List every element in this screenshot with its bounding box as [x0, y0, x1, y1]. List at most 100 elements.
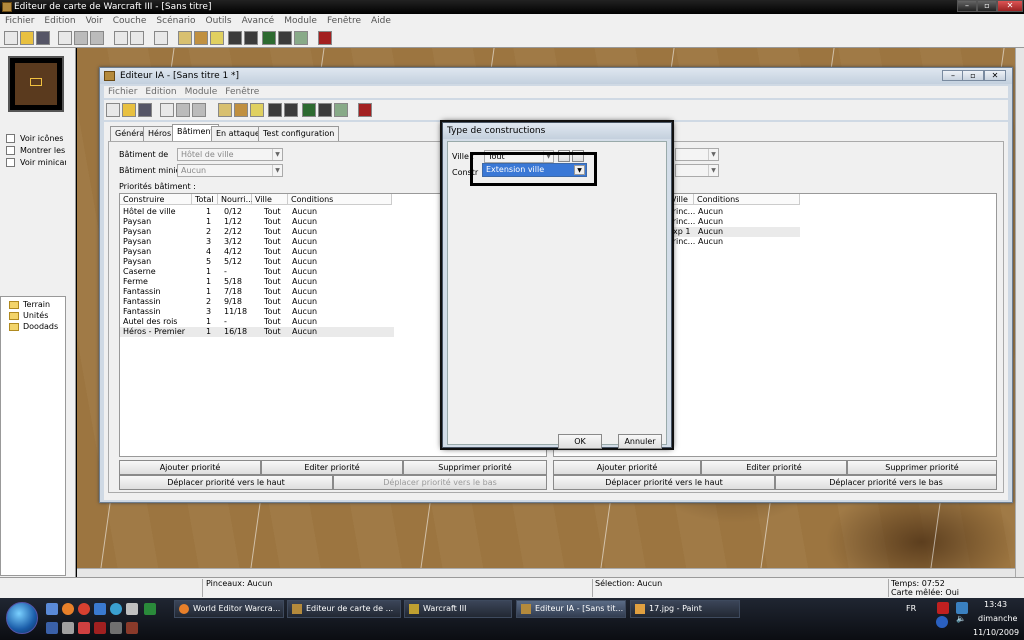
ok-button[interactable]: OK	[558, 434, 602, 449]
task-world-editor[interactable]: World Editor Warcra...	[174, 600, 284, 618]
sound-tool-icon[interactable]	[210, 31, 224, 45]
col-header-conditions[interactable]: Conditions	[288, 194, 392, 205]
menu-edition[interactable]: Edition	[39, 16, 80, 26]
ai-minimize-button[interactable]: –	[942, 70, 964, 81]
map-horizontal-scrollbar[interactable]	[77, 568, 1015, 577]
table-row[interactable]: Fantassin 1 7/18 Tout Aucun	[120, 287, 394, 297]
ai-maximize-button[interactable]: ▫	[962, 70, 984, 81]
network-tray-icon[interactable]	[956, 602, 968, 614]
network-icon[interactable]	[110, 603, 122, 615]
close-button[interactable]: ✕	[997, 0, 1023, 12]
menu-scenario[interactable]: Scénario	[151, 16, 200, 26]
checkbox-show-icons[interactable]	[6, 134, 15, 143]
col-header-construire[interactable]: Construire	[120, 194, 192, 205]
minimize-button[interactable]: –	[957, 0, 977, 12]
quicklaunch-icon[interactable]	[46, 622, 58, 634]
quicklaunch-icon[interactable]	[78, 622, 90, 634]
cut-icon[interactable]	[160, 103, 174, 117]
new-icon[interactable]	[106, 103, 120, 117]
start-button[interactable]	[6, 602, 38, 634]
checkbox-show-icons-2[interactable]	[6, 146, 15, 155]
cancel-button[interactable]: Annuler	[618, 434, 662, 449]
copy-icon[interactable]	[176, 103, 190, 117]
ai-menu-fenetre[interactable]: Fenêtre	[221, 87, 263, 97]
right-select-1[interactable]: ▼	[675, 148, 719, 161]
table-row[interactable]: Paysan 4 4/12 Tout Aucun	[120, 247, 394, 257]
ati-icon[interactable]	[937, 602, 949, 614]
maximize-button[interactable]: ▫	[977, 0, 997, 12]
firefox-icon[interactable]	[62, 603, 74, 615]
import-manager-icon[interactable]	[244, 31, 258, 45]
show-desktop-icon[interactable]	[46, 603, 58, 615]
tree-item-units[interactable]: Unités	[23, 311, 48, 320]
tree-item-doodads[interactable]: Doodads	[23, 322, 58, 331]
ai-menu-edition[interactable]: Edition	[141, 87, 180, 97]
terrain-tool-icon[interactable]	[218, 103, 232, 117]
table-row[interactable]: Fantassin 2 9/18 Tout Aucun	[120, 297, 394, 307]
help-icon[interactable]	[936, 616, 948, 628]
table-row[interactable]: Autel des rois 1 - Tout Aucun	[120, 317, 394, 327]
table-row[interactable]: Ferme 1 5/18 Tout Aucun	[120, 277, 394, 287]
ai-menu-module[interactable]: Module	[181, 87, 222, 97]
minimap[interactable]	[8, 56, 64, 112]
quicklaunch-icon[interactable]	[110, 622, 122, 634]
batiment-de-select[interactable]: Hôtel de ville ▼	[177, 148, 283, 161]
explorer-icon[interactable]	[94, 603, 106, 615]
tab-test-config[interactable]: Test configuration	[258, 126, 340, 141]
app-icon[interactable]	[126, 603, 138, 615]
terrain-tool-icon[interactable]	[178, 31, 192, 45]
save-icon[interactable]	[138, 103, 152, 117]
col-header-total[interactable]: Total	[192, 194, 218, 205]
campaign-editor-icon[interactable]	[318, 103, 332, 117]
move-priority-up-button[interactable]: Déplacer priorité vers le haut	[119, 475, 333, 490]
ai-close-button[interactable]: ✕	[984, 70, 1006, 81]
menu-fenetre[interactable]: Fenêtre	[322, 16, 366, 26]
table-row[interactable]: Paysan 2 2/12 Tout Aucun	[120, 227, 394, 237]
unit-tool-icon[interactable]	[194, 31, 208, 45]
object-editor-icon[interactable]	[302, 103, 316, 117]
move-priority-down-button[interactable]: Déplacer priorité vers le bas	[333, 475, 547, 490]
menu-outils[interactable]: Outils	[201, 16, 237, 26]
test-map-icon[interactable]	[318, 31, 332, 45]
undo-icon[interactable]	[114, 31, 128, 45]
new-icon[interactable]	[4, 31, 18, 45]
table-row[interactable]: Fantassin 3 11/18 Tout Aucun	[120, 307, 394, 317]
move-priority-up-button-right[interactable]: Déplacer priorité vers le haut	[553, 475, 775, 490]
save-icon[interactable]	[36, 31, 50, 45]
menu-avance[interactable]: Avancé	[237, 16, 280, 26]
browser-icon[interactable]	[78, 603, 90, 615]
move-priority-down-button-right[interactable]: Déplacer priorité vers le bas	[775, 475, 997, 490]
table-row[interactable]: Paysan 3 3/12 Tout Aucun	[120, 237, 394, 247]
task-paint[interactable]: 17.jpg - Paint	[630, 600, 740, 618]
open-icon[interactable]	[122, 103, 136, 117]
import-manager-icon[interactable]	[284, 103, 298, 117]
trigger-editor-icon[interactable]	[268, 103, 282, 117]
sound-tool-icon[interactable]	[250, 103, 264, 117]
table-row[interactable]: Hôtel de ville 1 0/12 Tout Aucun	[120, 207, 394, 217]
task-ai-editor[interactable]: Editeur IA - [Sans tit...	[516, 600, 626, 618]
table-row[interactable]: Paysan 1 1/12 Tout Aucun	[120, 217, 394, 227]
table-row[interactable]: Héros - Premier 1 16/18 Tout Aucun	[120, 327, 394, 337]
col-header-ville[interactable]: Ville	[252, 194, 288, 205]
trigger-editor-icon[interactable]	[228, 31, 242, 45]
quicklaunch-icon[interactable]	[94, 622, 106, 634]
table-row[interactable]: Caserne 1 - Tout Aucun	[120, 267, 394, 277]
delete-priority-button[interactable]: Supprimer priorité	[403, 460, 547, 475]
batiment-minier-select[interactable]: Aucun ▼	[177, 164, 283, 177]
col-header-nourri[interactable]: Nourri...	[218, 194, 253, 205]
col-header-conditions-right[interactable]: Conditions	[694, 194, 800, 205]
right-select-2[interactable]: ▼	[675, 164, 719, 177]
select-icon[interactable]	[154, 31, 168, 45]
campaign-editor-icon[interactable]	[278, 31, 292, 45]
edit-priority-button-right[interactable]: Editer priorité	[701, 460, 847, 475]
quicklaunch-icon[interactable]	[126, 622, 138, 634]
task-map-editor[interactable]: Editeur de carte de ...	[287, 600, 401, 618]
language-indicator[interactable]: FR	[906, 604, 916, 613]
quicklaunch-icon[interactable]	[62, 622, 74, 634]
delete-priority-button-right[interactable]: Supprimer priorité	[847, 460, 997, 475]
edit-priority-button[interactable]: Editer priorité	[261, 460, 403, 475]
ai-editor-icon[interactable]	[294, 31, 308, 45]
menu-module[interactable]: Module	[279, 16, 322, 26]
add-priority-button-right[interactable]: Ajouter priorité	[553, 460, 701, 475]
menu-fichier[interactable]: Fichier	[0, 16, 39, 26]
